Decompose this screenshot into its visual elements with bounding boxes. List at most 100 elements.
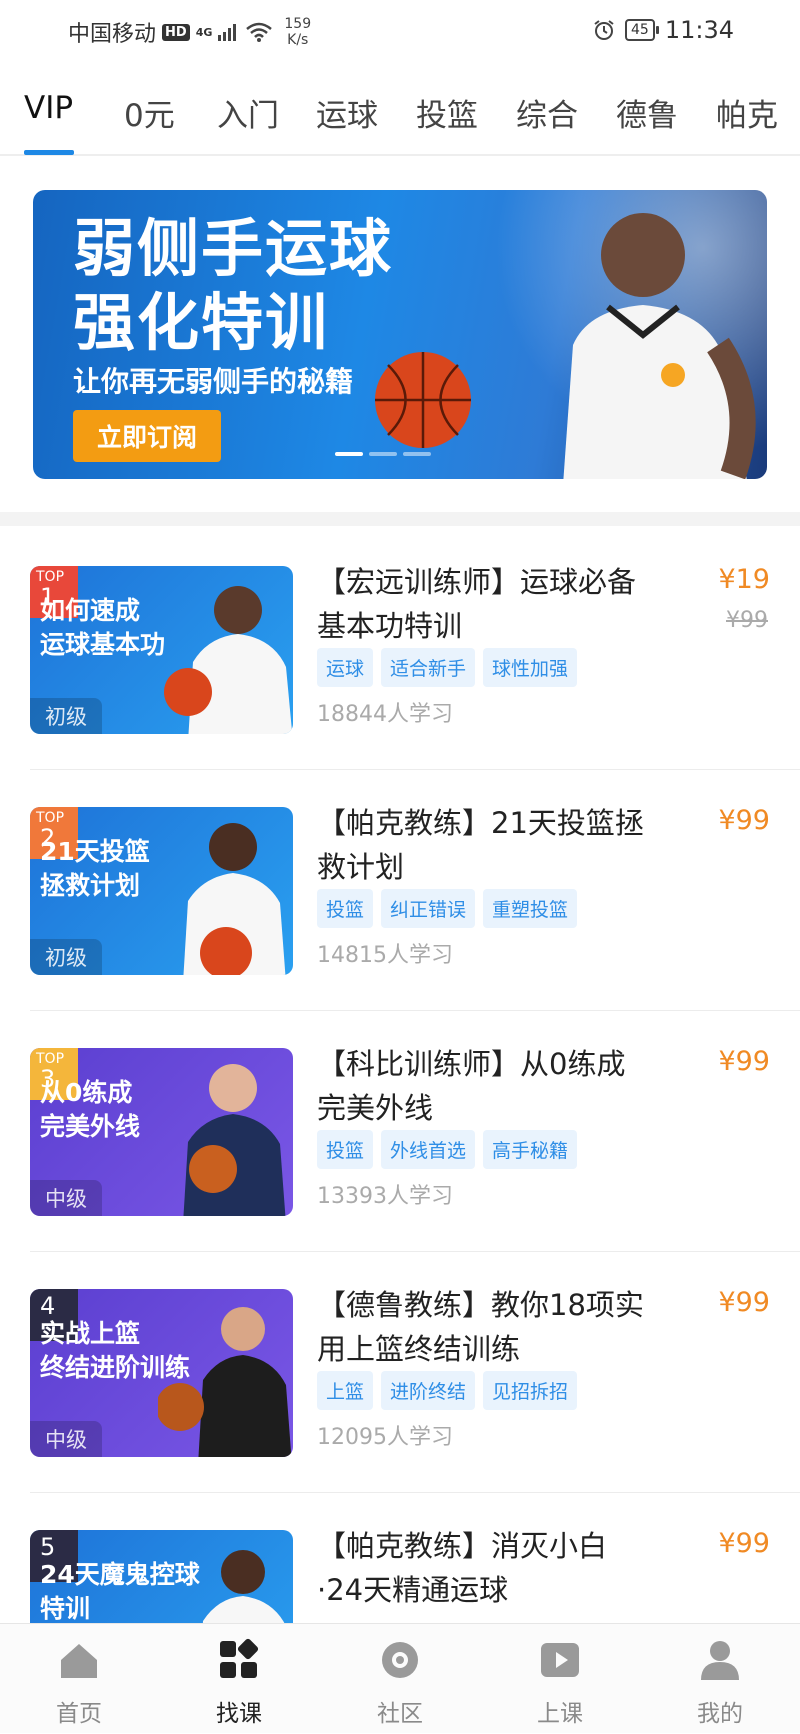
tab-free[interactable]: 0元 bbox=[124, 90, 175, 135]
nav-class[interactable]: 上课 bbox=[505, 1638, 615, 1728]
tab-dribbling[interactable]: 运球 bbox=[316, 90, 378, 135]
nav-find-course[interactable]: 找课 bbox=[184, 1638, 294, 1728]
course-price: ¥99 bbox=[718, 1287, 770, 1318]
basketball-image bbox=[375, 352, 471, 448]
nav-label: 找课 bbox=[216, 1701, 262, 1727]
thumbnail-caption-line2: 运球基本功 bbox=[40, 630, 166, 659]
alarm-icon bbox=[594, 20, 614, 40]
course-tag: 上篮 bbox=[317, 1371, 374, 1410]
level-badge: 中级 bbox=[30, 1421, 102, 1457]
category-tabs: VIP 0元 入门 运球 投篮 综合 德鲁 帕克 bbox=[0, 80, 800, 156]
user-icon bbox=[701, 1641, 739, 1680]
course-title[interactable]: 【德鲁教练】教你18项实用上篮终结训练 bbox=[317, 1283, 647, 1371]
course-tag: 适合新手 bbox=[381, 648, 476, 687]
banner-title: 弱侧手运球 强化特训 bbox=[73, 212, 393, 360]
thumbnail-caption: 从0练成 完美外线 bbox=[40, 1076, 140, 1144]
tab-parker[interactable]: 帕克 bbox=[716, 90, 778, 135]
carousel-dot[interactable] bbox=[369, 452, 397, 456]
active-tab-indicator bbox=[24, 150, 74, 155]
nav-label: 首页 bbox=[56, 1701, 102, 1727]
original-price: ¥99 bbox=[726, 608, 768, 633]
thumbnail-caption-line1: 24天魔鬼控球 bbox=[40, 1560, 200, 1589]
course-thumbnail[interactable]: TOP 3 从0练成 完美外线 中级 bbox=[30, 1048, 293, 1216]
course-item[interactable]: TOP 2 21天投篮 拯救计划 初级 【帕克教练】21天投篮拯救计划 ¥99 … bbox=[30, 771, 800, 1011]
course-tag: 见招拆招 bbox=[483, 1371, 578, 1410]
course-title[interactable]: 【帕克教练】消灭小白·24天精通运球 bbox=[317, 1524, 647, 1612]
carousel-indicator bbox=[335, 452, 431, 456]
course-item[interactable]: TOP 3 从0练成 完美外线 中级 【科比训练师】从0练成完美外线 ¥99 投… bbox=[30, 1012, 800, 1252]
course-tag: 高手秘籍 bbox=[483, 1130, 578, 1169]
course-item[interactable]: TOP 1 如何速成 运球基本功 初级 【宏远训练师】运球必备基本功特训 ¥19… bbox=[30, 530, 800, 770]
course-price: ¥99 bbox=[718, 805, 770, 836]
grid-icon bbox=[220, 1638, 259, 1678]
section-divider bbox=[0, 512, 800, 526]
thumbnail-caption-line2: 完美外线 bbox=[40, 1112, 141, 1141]
battery-icon: 45 bbox=[625, 19, 659, 41]
learner-count: 12095人学习 bbox=[317, 1425, 453, 1450]
community-icon bbox=[382, 1642, 418, 1678]
thumbnail-caption: 实战上篮 终结进阶训练 bbox=[40, 1317, 190, 1385]
home-icon bbox=[61, 1644, 97, 1678]
thumbnail-caption-line1: 从0练成 bbox=[40, 1078, 133, 1107]
course-title[interactable]: 【科比训练师】从0练成完美外线 bbox=[317, 1042, 647, 1130]
thumbnail-caption-line1: 如何速成 bbox=[40, 596, 141, 625]
course-tags: 运球 适合新手 球性加强 bbox=[317, 648, 578, 687]
status-right: 45 11:34 bbox=[593, 16, 734, 44]
tab-comprehensive[interactable]: 综合 bbox=[516, 90, 578, 135]
network-type: 4G bbox=[195, 25, 213, 39]
nav-label: 上课 bbox=[537, 1701, 583, 1727]
course-tag: 重塑投篮 bbox=[483, 889, 578, 928]
course-tags: 上篮 进阶终结 见招拆招 bbox=[317, 1371, 578, 1410]
wifi-icon bbox=[246, 22, 273, 42]
level-badge: 中级 bbox=[30, 1180, 102, 1216]
thumbnail-caption: 21天投篮 拯救计划 bbox=[40, 835, 150, 903]
nav-home[interactable]: 首页 bbox=[24, 1638, 134, 1728]
banner-title-line1: 弱侧手运球 bbox=[73, 212, 394, 285]
nav-community[interactable]: 社区 bbox=[345, 1638, 455, 1728]
carousel-dot[interactable] bbox=[335, 452, 363, 456]
thumbnail-caption: 如何速成 运球基本功 bbox=[40, 594, 165, 662]
course-price: ¥19 bbox=[718, 564, 770, 595]
course-thumbnail[interactable]: TOP 1 如何速成 运球基本功 初级 bbox=[30, 566, 293, 734]
subscribe-button[interactable]: 立即订阅 bbox=[73, 410, 221, 462]
nav-mine[interactable]: 我的 bbox=[665, 1638, 775, 1728]
course-title[interactable]: 【帕克教练】21天投篮拯救计划 bbox=[317, 801, 647, 889]
course-tag: 球性加强 bbox=[483, 648, 578, 687]
status-left: 中国移动 HD 4G 159 K/s bbox=[68, 16, 311, 48]
course-tag: 投篮 bbox=[317, 889, 374, 928]
coach-figure bbox=[183, 1064, 286, 1216]
course-tag: 进阶终结 bbox=[381, 1371, 476, 1410]
play-icon bbox=[541, 1643, 579, 1677]
learner-count: 13393人学习 bbox=[317, 1184, 453, 1209]
course-thumbnail[interactable]: TOP 2 21天投篮 拯救计划 初级 bbox=[30, 807, 293, 975]
hd-badge: HD bbox=[162, 23, 190, 41]
status-bar: 中国移动 HD 4G 159 K/s 45 11:34 bbox=[0, 0, 800, 62]
tab-beginner[interactable]: 入门 bbox=[217, 90, 279, 135]
learner-count: 14815人学习 bbox=[317, 943, 453, 968]
tab-vip[interactable]: VIP bbox=[24, 90, 73, 126]
tab-drew[interactable]: 德鲁 bbox=[616, 90, 678, 135]
course-tag: 纠正错误 bbox=[381, 889, 476, 928]
course-tags: 投篮 外线首选 高手秘籍 bbox=[317, 1130, 578, 1169]
promo-banner[interactable]: 弱侧手运球 强化特训 让你再无弱侧手的秘籍 立即订阅 bbox=[33, 190, 767, 479]
course-price: ¥99 bbox=[718, 1528, 770, 1559]
net-speed-value: 159 bbox=[284, 16, 312, 32]
tab-shooting[interactable]: 投篮 bbox=[416, 90, 478, 135]
banner-title-line2: 强化特训 bbox=[73, 286, 330, 359]
course-title[interactable]: 【宏远训练师】运球必备基本功特训 bbox=[317, 560, 647, 648]
course-tag: 外线首选 bbox=[381, 1130, 476, 1169]
nav-label: 社区 bbox=[377, 1701, 423, 1727]
carousel-dot[interactable] bbox=[403, 452, 431, 456]
course-thumbnail[interactable]: 4 实战上篮 终结进阶训练 中级 bbox=[30, 1289, 293, 1457]
coach-figure bbox=[563, 213, 756, 479]
course-tag: 投篮 bbox=[317, 1130, 374, 1169]
bottom-nav: 首页 找课 社区 上课 我的 bbox=[0, 1623, 800, 1733]
course-tag: 运球 bbox=[317, 648, 374, 687]
coach-figure bbox=[164, 586, 293, 734]
thumbnail-caption-line1: 21天投篮 bbox=[40, 837, 150, 866]
course-item[interactable]: 4 实战上篮 终结进阶训练 中级 【德鲁教练】教你18项实用上篮终结训练 ¥99… bbox=[30, 1253, 800, 1493]
net-speed-unit: K/s bbox=[287, 32, 309, 48]
course-tags: 投篮 纠正错误 重塑投篮 bbox=[317, 889, 578, 928]
thumbnail-caption: 24天魔鬼控球 特训 bbox=[40, 1558, 200, 1626]
coach-figure bbox=[183, 823, 286, 975]
